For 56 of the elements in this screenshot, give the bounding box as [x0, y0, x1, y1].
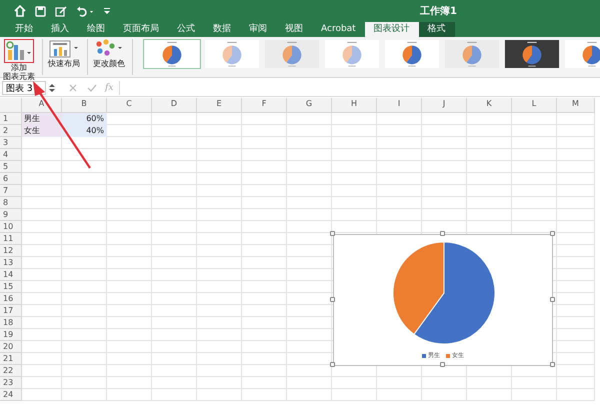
row-header[interactable]: 5: [0, 161, 22, 173]
ribbon-tab[interactable]: 视图: [276, 22, 312, 37]
row-header[interactable]: 11: [0, 233, 22, 245]
table-cell: 40%: [62, 125, 107, 137]
column-header[interactable]: K: [467, 98, 512, 113]
row-header[interactable]: 9: [0, 209, 22, 221]
column-header[interactable]: E: [197, 98, 242, 113]
ribbon-tab[interactable]: 页面布局: [114, 22, 168, 37]
row-header[interactable]: 2: [0, 125, 22, 137]
row-header[interactable]: 4: [0, 149, 22, 161]
row-header[interactable]: 8: [0, 197, 22, 209]
row-header[interactable]: 17: [0, 305, 22, 317]
column-header[interactable]: C: [107, 98, 152, 113]
ribbon-tab[interactable]: 绘图: [78, 22, 114, 37]
row-header[interactable]: 20: [0, 341, 22, 353]
row-header[interactable]: 19: [0, 329, 22, 341]
ribbon-tab[interactable]: 审阅: [240, 22, 276, 37]
ribbon-tab[interactable]: 公式: [168, 22, 204, 37]
table-cell: 60%: [62, 113, 107, 125]
column-header[interactable]: M: [557, 98, 595, 113]
table-cell: 男生: [22, 113, 62, 125]
row-header[interactable]: 6: [0, 173, 22, 185]
column-header[interactable]: H: [332, 98, 377, 113]
column-header[interactable]: D: [152, 98, 197, 113]
row-header[interactable]: 23: [0, 377, 22, 389]
ribbon-tab[interactable]: 格式: [418, 22, 455, 37]
ribbon-tab[interactable]: 开始: [6, 22, 42, 37]
row-header[interactable]: 21: [0, 353, 22, 365]
ribbon-button[interactable]: 更改颜色: [90, 39, 128, 68]
row-header[interactable]: 12: [0, 245, 22, 257]
column-header[interactable]: J: [422, 98, 467, 113]
row-header[interactable]: 15: [0, 281, 22, 293]
row-header[interactable]: 24: [0, 389, 22, 401]
table-cell: 女生: [22, 125, 62, 137]
ribbon-tab[interactable]: 图表设计: [364, 22, 419, 37]
row-header[interactable]: 14: [0, 269, 22, 281]
column-header[interactable]: I: [377, 98, 422, 113]
row-header[interactable]: 3: [0, 137, 22, 149]
column-header[interactable]: B: [62, 98, 107, 113]
column-header[interactable]: F: [242, 98, 287, 113]
row-header[interactable]: 16: [0, 293, 22, 305]
column-header[interactable]: L: [512, 98, 557, 113]
ribbon-button[interactable]: 添加 图表元素: [0, 39, 38, 81]
window-title: 工作簿1: [420, 4, 457, 18]
column-header[interactable]: A: [22, 98, 62, 113]
row-header[interactable]: 10: [0, 221, 22, 233]
row-header[interactable]: 18: [0, 317, 22, 329]
column-header[interactable]: G: [287, 98, 332, 113]
row-header[interactable]: 13: [0, 257, 22, 269]
ribbon-tab[interactable]: Acrobat: [312, 22, 365, 37]
ribbon-button[interactable]: 快速布局: [45, 39, 83, 68]
row-header[interactable]: 7: [0, 185, 22, 197]
row-header[interactable]: 22: [0, 365, 22, 377]
row-header[interactable]: 1: [0, 113, 22, 125]
ribbon-tab[interactable]: 数据: [204, 22, 240, 37]
ribbon-tab[interactable]: 插入: [42, 22, 78, 37]
